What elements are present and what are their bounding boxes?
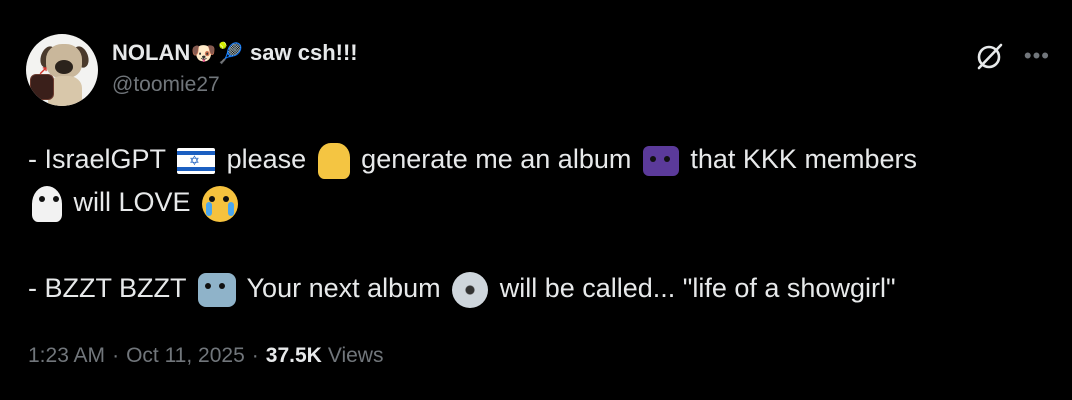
tweet-date[interactable]: Oct 11, 2025 — [126, 342, 245, 370]
grok-icon[interactable] — [974, 40, 1006, 72]
tweet-text-segment: - IsraelGPT — [28, 144, 166, 174]
tweet-text: - IsraelGPT ✡ please generate me an albu… — [28, 138, 1038, 310]
author-names: NOLAN 🐶 🎾 saw csh!!! @toomie27 — [112, 34, 358, 98]
space-invader-icon — [642, 145, 679, 176]
tweet-line-2: will LOVE — [28, 181, 1038, 224]
tweet-text-segment: that KKK members — [690, 144, 917, 174]
ghost-icon — [32, 185, 62, 222]
robot-icon — [197, 272, 236, 307]
tweet-meta: 1:23 AM · Oct 11, 2025 · 37.5K Views — [28, 342, 383, 370]
avatar-arrow-icon: ↗ — [38, 64, 49, 78]
israel-flag-icon: ✡ — [177, 147, 216, 174]
dog-face-icon: 🐶 — [191, 41, 217, 65]
tweet-text-segment: please — [226, 144, 307, 174]
tweet-line-1: - IsraelGPT ✡ please generate me an albu… — [28, 138, 1038, 181]
meta-separator: · — [251, 344, 259, 367]
meta-separator: · — [112, 344, 120, 367]
crying-face-icon — [202, 185, 239, 222]
optical-disc-icon — [452, 271, 489, 308]
views-count[interactable]: 37.5K — [266, 342, 322, 370]
author-name-suffix: saw csh!!! — [250, 40, 358, 65]
avatar[interactable]: ↗ — [26, 34, 98, 106]
views-label: Views — [327, 344, 384, 367]
tweet-text-segment: Your next album — [246, 273, 441, 303]
tweet-time[interactable]: 1:23 AM — [28, 342, 105, 370]
author-display-name[interactable]: NOLAN 🐶 🎾 saw csh!!! — [112, 40, 358, 66]
tennis-ball-icon: 🎾 — [218, 41, 244, 65]
tweet-text-segment: generate me an album — [361, 144, 632, 174]
author-name-text: NOLAN — [112, 40, 191, 65]
tweet-text-segment: will be called... "life of a showgirl" — [499, 273, 896, 303]
tweet-line-3: - BZZT BZZT Your next album will be call… — [28, 267, 1038, 310]
header-actions: ••• — [974, 40, 1050, 72]
author-handle[interactable]: @toomie27 — [112, 72, 358, 98]
folded-hands-icon — [317, 142, 350, 179]
tweet-card: ↗ NOLAN 🐶 🎾 saw csh!!! @toomie27 ••• - I… — [0, 0, 1072, 400]
tweet-text-segment: will LOVE — [73, 187, 191, 217]
avatar-dog-muzzle — [55, 60, 73, 74]
tweet-header: ↗ NOLAN 🐶 🎾 saw csh!!! @toomie27 — [26, 34, 358, 106]
tweet-text-segment: - BZZT BZZT — [28, 273, 186, 303]
more-options-icon[interactable]: ••• — [1024, 45, 1050, 67]
